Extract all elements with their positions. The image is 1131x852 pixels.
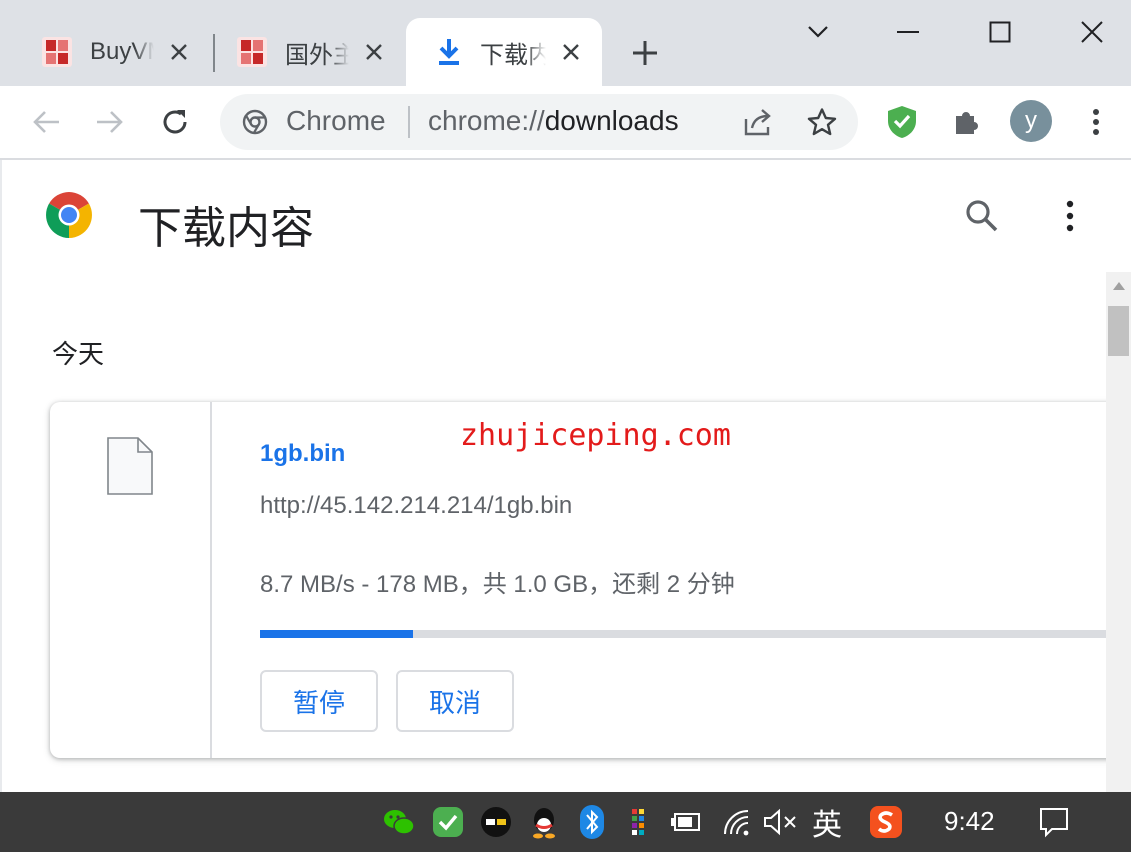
close-tab-icon[interactable]	[558, 39, 584, 65]
reload-icon[interactable]	[155, 102, 195, 142]
puzzle-extension-icon[interactable]	[947, 102, 987, 142]
bluetooth-icon[interactable]	[574, 804, 610, 840]
download-item-card: 1gb.bin http://45.142.214.214/1gb.bin 8.…	[50, 402, 1106, 758]
tab-downloads[interactable]: 下载内	[406, 18, 602, 86]
shield-extension-icon[interactable]	[882, 102, 922, 142]
sogou-icon[interactable]	[868, 804, 904, 840]
tab-strip: BuyVM 国外主 下载内	[0, 0, 1131, 86]
color-grid-icon[interactable]	[622, 804, 658, 840]
download-progress-bar	[260, 630, 1106, 638]
tab-search-chevron-icon[interactable]	[800, 14, 836, 50]
star-icon[interactable]	[802, 102, 842, 142]
app-tray-icon[interactable]	[478, 804, 514, 840]
ime-language-indicator[interactable]: 英	[812, 800, 842, 844]
site-chip-label: Chrome	[286, 105, 386, 136]
forward-icon[interactable]	[90, 102, 130, 142]
download-file-name-link[interactable]: 1gb.bin	[260, 440, 345, 468]
download-progress-fill	[260, 630, 414, 638]
omnibox-divider	[408, 106, 410, 138]
kebab-menu-icon[interactable]	[1076, 102, 1116, 142]
maximize-icon[interactable]	[982, 14, 1018, 50]
minimize-icon[interactable]	[890, 14, 926, 50]
security-check-icon[interactable]	[430, 804, 466, 840]
page-title: 下载内容	[138, 204, 314, 253]
power-icon[interactable]	[668, 804, 704, 840]
wechat-icon[interactable]	[381, 804, 417, 840]
downloads-page: 下载内容 今天 1gb.bin http://45.142.214.214/1g…	[2, 160, 1106, 792]
new-tab-icon[interactable]	[630, 38, 660, 68]
tab-title: BuyVM	[90, 38, 154, 65]
tab-buyvm[interactable]: BuyVM	[0, 18, 210, 86]
qq-icon[interactable]	[526, 804, 562, 840]
url-scheme: chrome://	[428, 105, 545, 136]
volume-muted-icon[interactable]	[762, 804, 798, 840]
close-window-icon[interactable]	[1074, 14, 1110, 50]
cancel-button[interactable]: 取消	[396, 670, 514, 732]
wifi-icon[interactable]	[720, 804, 756, 840]
browser-toolbar: Chrome chrome://downloads y	[0, 86, 1131, 160]
pause-button[interactable]: 暂停	[260, 670, 378, 732]
watermark-text: zhujiceping.com	[460, 418, 731, 453]
tab-guowai[interactable]: 国外主	[195, 18, 405, 86]
download-status-text: 8.7 MB/s - 178 MB，共 1.0 GB，还剩 2 分钟	[260, 571, 735, 598]
download-source-url[interactable]: http://45.142.214.214/1gb.bin	[260, 492, 572, 520]
date-section-label: 今天	[52, 339, 105, 369]
chrome-logo-icon	[46, 192, 92, 238]
address-bar[interactable]: Chrome chrome://downloads	[220, 94, 858, 150]
search-icon[interactable]	[964, 198, 1000, 234]
windows-taskbar: 英 9:42	[0, 792, 1131, 852]
site-favicon	[237, 37, 267, 67]
url-host: downloads	[544, 105, 679, 136]
tab-title: 下载内	[480, 41, 546, 69]
profile-avatar[interactable]: y	[1010, 100, 1052, 142]
kebab-menu-icon[interactable]	[1058, 198, 1082, 234]
chrome-site-icon	[242, 109, 268, 135]
close-tab-icon[interactable]	[361, 39, 387, 65]
back-icon[interactable]	[26, 102, 66, 142]
url-text[interactable]: chrome://downloads	[428, 105, 679, 137]
scroll-thumb[interactable]	[1108, 306, 1129, 356]
share-icon[interactable]	[738, 102, 778, 142]
downloads-tab-icon	[439, 39, 459, 65]
site-favicon	[42, 37, 72, 67]
taskbar-clock[interactable]: 9:42	[944, 806, 995, 837]
notification-icon[interactable]	[1036, 804, 1072, 840]
file-icon	[107, 437, 153, 495]
page-scrollbar[interactable]	[1106, 272, 1131, 792]
card-divider	[210, 402, 212, 758]
tab-title: 国外主	[285, 41, 349, 69]
scroll-up-arrow-icon[interactable]	[1113, 282, 1125, 290]
close-tab-icon[interactable]	[166, 39, 192, 65]
